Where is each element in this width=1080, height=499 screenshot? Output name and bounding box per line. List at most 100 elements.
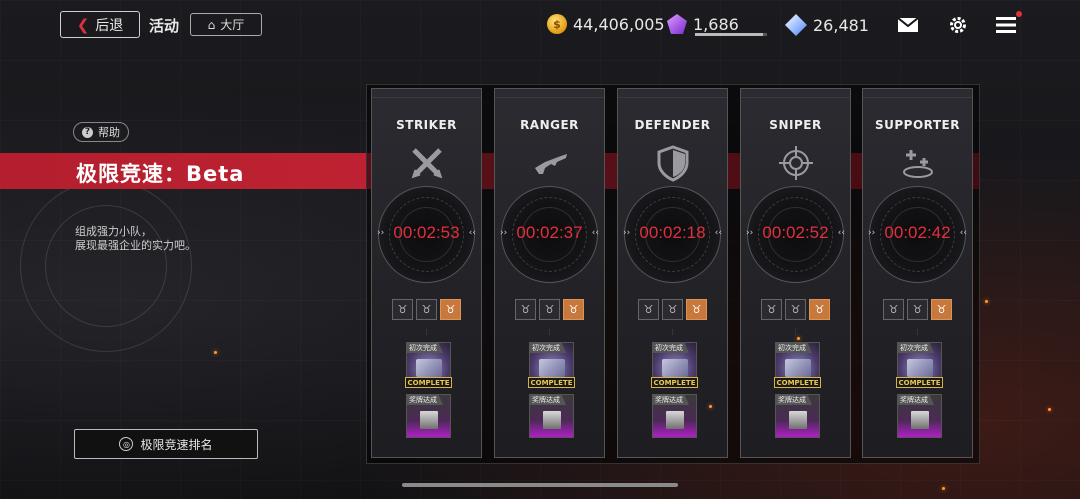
ember-particle: [1048, 408, 1051, 411]
complete-badge: COMPLETE: [896, 377, 943, 388]
heal-plus-icon: [899, 144, 937, 182]
home-icon: ⌂: [207, 17, 216, 32]
help-question-icon: ?: [82, 126, 93, 138]
medal-row: ♉ ♉ ♉: [761, 299, 830, 320]
complete-badge: COMPLETE: [405, 377, 452, 388]
purple-gem-value: 1,686: [693, 14, 739, 34]
menu-icon[interactable]: [995, 15, 1017, 35]
reward-label: 初次完成: [776, 343, 812, 353]
reward-label: 初次完成: [653, 343, 689, 353]
crosshair-icon: [777, 144, 815, 182]
best-time: 00:02:52: [762, 223, 829, 242]
crossed-swords-icon: [408, 144, 446, 182]
ranking-label: 极限竞速排名: [140, 437, 213, 452]
reward-label: 初次完成: [407, 343, 443, 353]
bronze-medal-icon: ♉: [931, 299, 952, 320]
medal-reward[interactable]: 奖牌达成: [652, 394, 697, 438]
role-name: STRIKER: [396, 118, 457, 132]
reward-chest-icon: [416, 359, 442, 377]
role-name: SUPPORTER: [874, 118, 960, 132]
diamond-icon: [785, 14, 807, 36]
medal-reward[interactable]: 奖牌达成: [775, 394, 820, 438]
complete-badge: COMPLETE: [528, 377, 575, 388]
medal-row: ♉ ♉ ♉: [638, 299, 707, 320]
ember-particle: [797, 337, 800, 340]
card-header-strip: [495, 89, 604, 98]
lobby-label: 大厅: [220, 18, 245, 32]
role-name: SNIPER: [769, 118, 822, 132]
reward-chest-icon: [907, 359, 933, 377]
role-name: DEFENDER: [634, 118, 711, 132]
silver-medal-icon: ♉: [416, 299, 437, 320]
role-card-striker[interactable]: STRIKER ›› ‹‹ 00:02:53 ♉ ♉ ♉ ⋮ 初次完成 COMP…: [371, 88, 482, 458]
silver-medal-icon: ♉: [883, 299, 904, 320]
divider-dots: ⋮: [792, 328, 799, 336]
purple-gem-progress-fill: [695, 33, 764, 36]
event-description: 组成强力小队， 展现最强企业的实力吧。: [75, 225, 196, 253]
silver-medal-icon: ♉: [638, 299, 659, 320]
reward-item-icon: [420, 411, 438, 429]
role-card-defender[interactable]: DEFENDER ›› ‹‹ 00:02:18 ♉ ♉ ♉ ⋮ 初次完成 COM…: [617, 88, 728, 458]
ember-particle: [214, 351, 217, 354]
medal-reward[interactable]: 奖牌达成: [529, 394, 574, 438]
reward-item-icon: [543, 411, 561, 429]
complete-badge: COMPLETE: [774, 377, 821, 388]
background-ring: [45, 205, 167, 327]
purple-gem-icon: [667, 14, 687, 34]
purple-gem-counter[interactable]: 1,686: [667, 14, 739, 34]
reward-item-icon: [666, 411, 684, 429]
silver-medal-icon: ♉: [662, 299, 683, 320]
reward-chest-icon: [785, 359, 811, 377]
lobby-button[interactable]: ⌂ 大厅: [190, 13, 262, 36]
role-card-ranger[interactable]: RANGER ›› ‹‹ 00:02:37 ♉ ♉ ♉ ⋮ 初次完成 COMPL…: [494, 88, 605, 458]
reward-chest-icon: [539, 359, 565, 377]
medal-reward[interactable]: 奖牌达成: [897, 394, 942, 438]
event-title: 极限竞速：Beta: [76, 162, 245, 186]
card-header-strip: [863, 89, 972, 98]
reward-label: 初次完成: [898, 343, 934, 353]
help-label: 帮助: [98, 126, 120, 139]
divider-dots: ⋮: [423, 328, 430, 336]
back-chevron-icon: ❮: [76, 15, 90, 34]
role-name: RANGER: [520, 118, 579, 132]
bronze-medal-icon: ♉: [686, 299, 707, 320]
divider-dots: ⋮: [546, 328, 553, 336]
complete-badge: COMPLETE: [651, 377, 698, 388]
reward-label: 奖牌达成: [898, 395, 934, 405]
notification-dot: [1016, 11, 1022, 17]
ranking-button[interactable]: ◎ 极限竞速排名: [74, 429, 258, 459]
best-time: 00:02:53: [393, 223, 460, 242]
ember-particle: [985, 300, 988, 303]
page-title: 活动: [149, 17, 180, 35]
horizontal-scrollbar[interactable]: [402, 483, 678, 487]
ember-particle: [942, 487, 945, 490]
reward-label: 奖牌达成: [653, 395, 689, 405]
gold-coin-icon: $: [547, 14, 567, 34]
best-time: 00:02:18: [639, 223, 706, 242]
shield-icon: [654, 144, 692, 182]
gold-coin-counter: $ 44,406,005: [547, 14, 665, 34]
reward-label: 奖牌达成: [776, 395, 812, 405]
bronze-medal-icon: ♉: [809, 299, 830, 320]
silver-medal-icon: ♉: [515, 299, 536, 320]
back-button[interactable]: ❮ 后退: [60, 11, 140, 38]
description-line: 展现最强企业的实力吧。: [75, 239, 196, 252]
role-card-supporter[interactable]: SUPPORTER ›› ‹‹ 00:02:42 ♉ ♉ ♉ ⋮ 初次完成 CO…: [862, 88, 973, 458]
settings-gear-icon[interactable]: [947, 15, 969, 35]
divider-dots: ⋮: [669, 328, 676, 336]
divider-dots: ⋮: [914, 328, 921, 336]
back-label: 后退: [95, 17, 124, 34]
silver-medal-icon: ♉: [539, 299, 560, 320]
silver-medal-icon: ♉: [907, 299, 928, 320]
diamond-value: 26,481: [813, 15, 869, 35]
reward-chest-icon: [662, 359, 688, 377]
reward-item-icon: [911, 411, 929, 429]
role-card-sniper[interactable]: SNIPER ›› ‹‹ 00:02:52 ♉ ♉ ♉ ⋮ 初次完成 COMPL…: [740, 88, 851, 458]
ranking-icon: ◎: [119, 437, 134, 451]
mail-icon[interactable]: [897, 15, 919, 35]
help-button[interactable]: ? 帮助: [73, 122, 129, 142]
silver-medal-icon: ♉: [392, 299, 413, 320]
medal-reward[interactable]: 奖牌达成: [406, 394, 451, 438]
silver-medal-icon: ♉: [785, 299, 806, 320]
silver-medal-icon: ♉: [761, 299, 782, 320]
